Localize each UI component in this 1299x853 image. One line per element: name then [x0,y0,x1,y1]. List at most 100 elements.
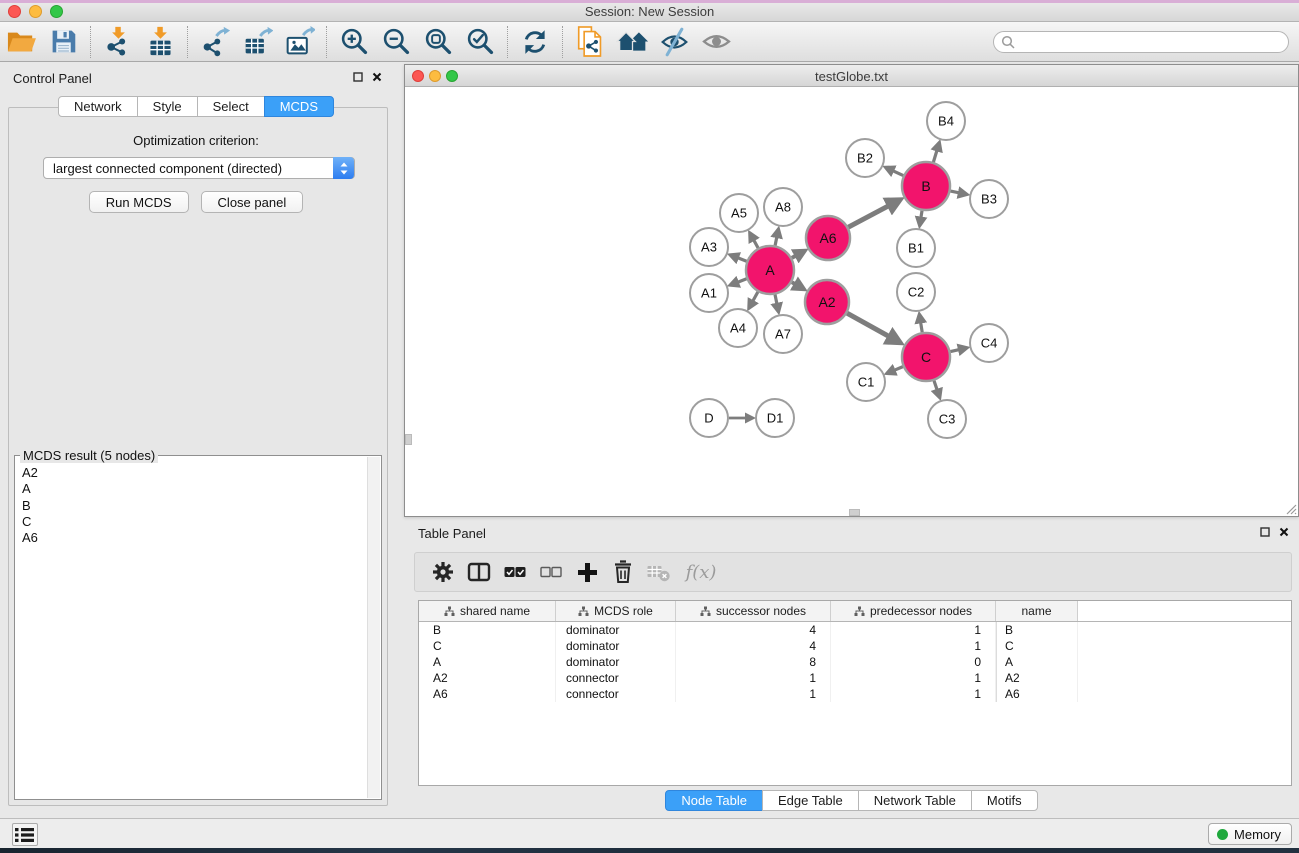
table-row[interactable]: Bdominator41B [419,622,1291,638]
cell-MCDS-role[interactable]: dominator [556,638,676,654]
cell-MCDS-role[interactable]: dominator [556,654,676,670]
close-panel-button[interactable]: Close panel [201,191,304,213]
cell-successor-nodes[interactable]: 8 [676,654,831,670]
create-column-button[interactable] [569,555,605,589]
column-header-name[interactable]: name [996,601,1078,621]
cell-predecessor-nodes[interactable]: 1 [831,686,996,702]
table-row[interactable]: Adominator80A [419,654,1291,670]
cell-successor-nodes[interactable]: 4 [676,622,831,638]
cell-name[interactable]: C [996,638,1078,654]
search-box[interactable] [993,31,1289,53]
deselect-all-rows-button[interactable] [533,555,569,589]
graph-edge-A6-B[interactable] [848,205,890,228]
cell-shared-name[interactable]: A6 [419,686,556,702]
cell-predecessor-nodes[interactable]: 1 [831,670,996,686]
network-from-document-button[interactable] [569,24,611,60]
network-canvas[interactable]: ABCA2A6A1A3A4A5A7A8B1B2B3B4C1C2C3C4DD1 [405,87,1298,516]
mcds-result-item[interactable]: B [22,498,365,514]
close-panel-icon[interactable] [372,72,382,82]
cell-successor-nodes[interactable]: 1 [676,670,831,686]
network-window-titlebar[interactable]: testGlobe.txt [405,65,1298,87]
dropdown-stepper-icon[interactable] [333,157,354,179]
refresh-button[interactable] [514,24,556,60]
column-header-shared-name[interactable]: shared name [419,601,556,621]
graph-edge-A-A5[interactable] [753,239,758,248]
cell-shared-name[interactable]: C [419,638,556,654]
select-all-rows-button[interactable] [497,555,533,589]
close-panel-icon[interactable] [1279,527,1289,537]
delete-columns-button[interactable] [605,555,641,589]
mcds-result-item[interactable]: A2 [22,465,365,481]
graph-edge-B-B3[interactable] [951,191,961,193]
graph-edge-A-A4[interactable] [752,292,758,303]
export-table-button[interactable] [236,24,278,60]
graph-edge-A-A7[interactable] [775,295,777,306]
home-button[interactable] [611,24,653,60]
zoom-selected-button[interactable] [459,24,501,60]
cell-shared-name[interactable]: A2 [419,670,556,686]
mcds-result-scrollbar[interactable] [367,457,380,798]
zoom-out-button[interactable] [375,24,417,60]
splitter-handle-bottom[interactable] [849,509,860,516]
import-table-button[interactable] [139,24,181,60]
table-options-button[interactable] [425,555,461,589]
criterion-dropdown[interactable]: largest connected component (directed) [43,157,355,179]
graph-edge-B-B1[interactable] [921,211,922,219]
cell-name[interactable]: A6 [996,686,1078,702]
tab-network[interactable]: Network [58,96,138,117]
tab-network-table[interactable]: Network Table [858,790,972,811]
table-row[interactable]: A6connector11A6 [419,686,1291,702]
search-input[interactable] [1019,33,1288,51]
hide-graphics-details-button[interactable] [653,24,695,60]
cell-MCDS-role[interactable]: connector [556,686,676,702]
column-header-predecessor-nodes[interactable]: predecessor nodes [831,601,996,621]
mcds-result-item[interactable]: C [22,514,365,530]
float-panel-icon[interactable] [1260,527,1270,537]
cell-MCDS-role[interactable]: connector [556,670,676,686]
graph-edge-B-B4[interactable] [933,149,937,162]
resize-grip-icon[interactable] [1283,501,1297,515]
tab-edge-table[interactable]: Edge Table [762,790,859,811]
task-history-button[interactable] [12,823,38,846]
tab-select[interactable]: Select [197,96,265,117]
export-network-button[interactable] [194,24,236,60]
graph-edge-C-C1[interactable] [893,367,903,371]
tab-node-table[interactable]: Node Table [665,790,763,811]
graph-edge-A-A6[interactable] [792,255,798,258]
export-image-button[interactable] [278,24,320,60]
cell-predecessor-nodes[interactable]: 1 [831,638,996,654]
graph-edge-A-A1[interactable] [736,279,746,283]
graph-edge-A2-C[interactable] [847,313,891,337]
cell-successor-nodes[interactable]: 4 [676,638,831,654]
cell-MCDS-role[interactable]: dominator [556,622,676,638]
open-file-button[interactable] [0,24,42,60]
cell-shared-name[interactable]: A [419,654,556,670]
titlebar[interactable]: Session: New Session [0,0,1299,22]
run-mcds-button[interactable]: Run MCDS [89,191,189,213]
column-header-MCDS-role[interactable]: MCDS role [556,601,676,621]
cell-successor-nodes[interactable]: 1 [676,686,831,702]
tab-mcds[interactable]: MCDS [264,96,334,117]
graph-edge-C-C2[interactable] [920,321,922,332]
memory-button[interactable]: Memory [1208,823,1292,845]
cell-name[interactable]: B [996,622,1078,638]
graph-edge-B-B2[interactable] [892,170,904,175]
cell-predecessor-nodes[interactable]: 1 [831,622,996,638]
save-session-button[interactable] [42,24,84,60]
cell-predecessor-nodes[interactable]: 0 [831,654,996,670]
cell-name[interactable]: A2 [996,670,1078,686]
mcds-result-item[interactable]: A6 [22,530,365,546]
graph-edge-A-A2[interactable] [792,282,797,285]
table-row[interactable]: Cdominator41C [419,638,1291,654]
graph-edge-C-C3[interactable] [934,381,938,392]
graph-edge-C-C4[interactable] [950,349,960,351]
column-visibility-button[interactable] [461,555,497,589]
graph-edge-A-A3[interactable] [736,257,746,261]
cell-name[interactable]: A [996,654,1078,670]
import-network-button[interactable] [97,24,139,60]
splitter-handle-left[interactable] [405,434,412,445]
tab-motifs[interactable]: Motifs [971,790,1038,811]
column-header-successor-nodes[interactable]: successor nodes [676,601,831,621]
zoom-in-button[interactable] [333,24,375,60]
show-graphics-details-button[interactable] [695,24,737,60]
